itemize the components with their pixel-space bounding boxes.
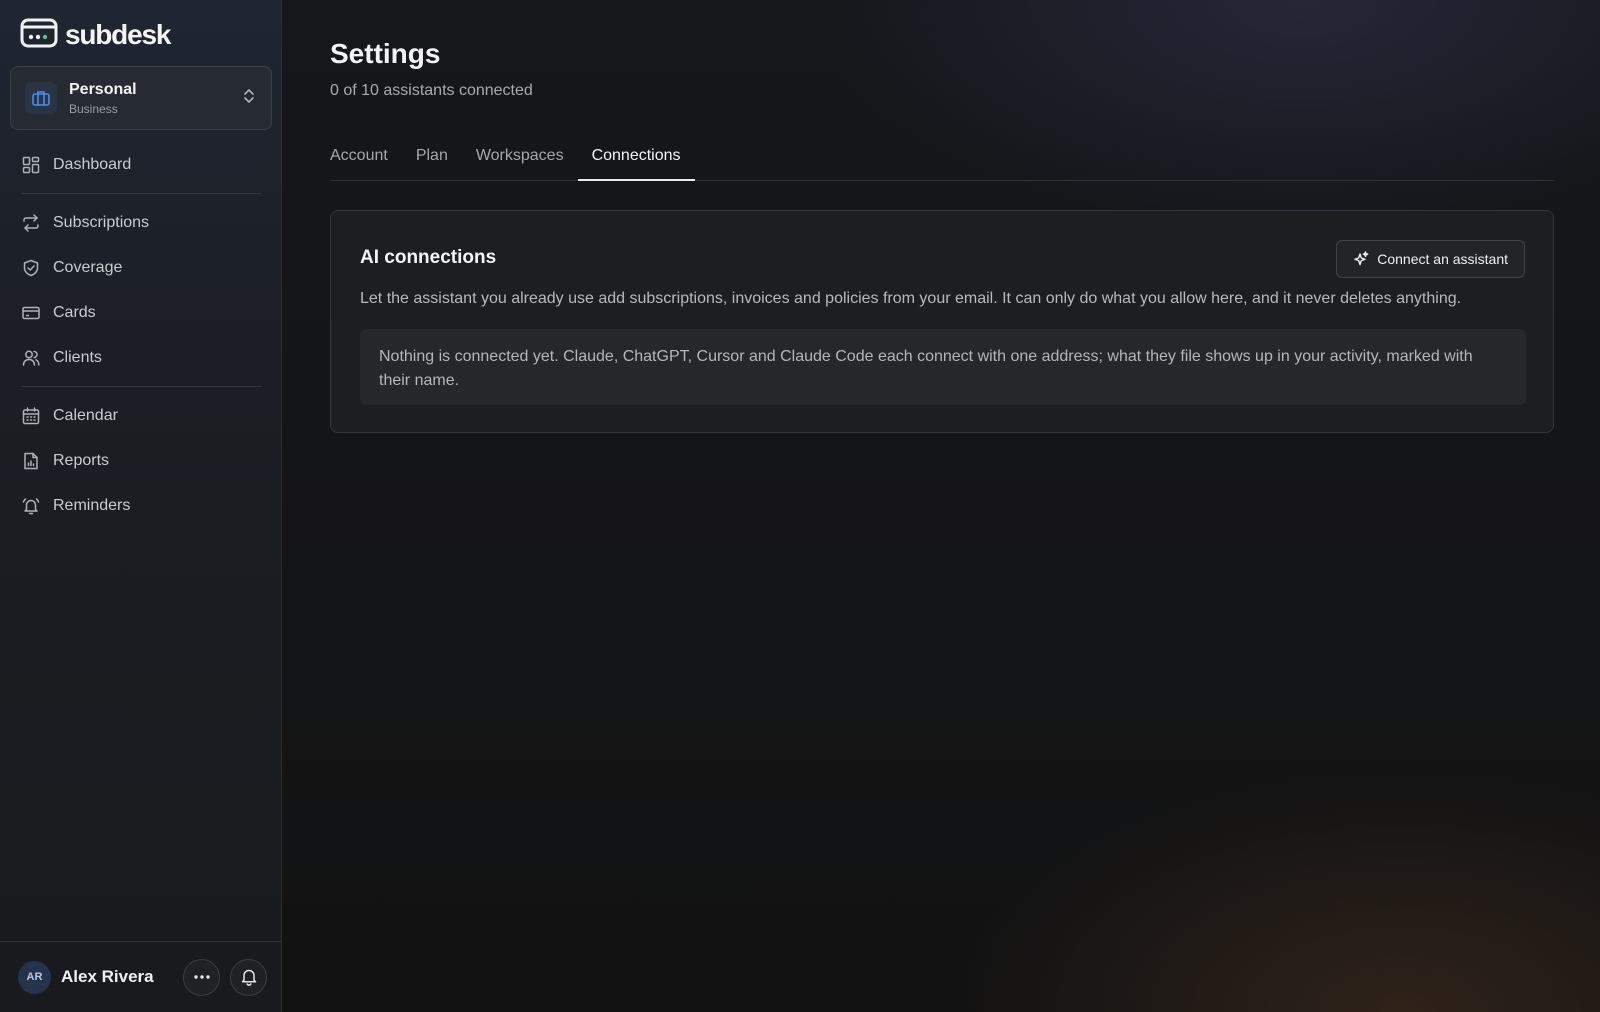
- user-name[interactable]: Alex Rivera: [61, 967, 183, 987]
- workspace-switcher[interactable]: Personal Business: [10, 66, 272, 130]
- main-content: Settings 0 of 10 assistants connected Ac…: [282, 0, 1600, 1012]
- notifications-button[interactable]: [230, 958, 267, 996]
- sidebar: subdesk Personal Business Dashboard Subs…: [0, 0, 282, 1012]
- credit-card-icon: [22, 306, 40, 319]
- calendar-icon: [22, 406, 40, 424]
- sidebar-item-dashboard[interactable]: Dashboard: [0, 142, 282, 187]
- sidebar-item-label: Clients: [53, 348, 102, 366]
- nav-divider: [21, 193, 261, 194]
- sidebar-item-cards[interactable]: Cards: [0, 290, 282, 335]
- sidebar-item-calendar[interactable]: Calendar: [0, 393, 282, 438]
- ellipsis-icon: [193, 975, 210, 979]
- tab-account[interactable]: Account: [330, 138, 388, 181]
- empty-state-message: Nothing is connected yet. Claude, ChatGP…: [360, 329, 1526, 405]
- app-root: subdesk Personal Business Dashboard Subs…: [0, 0, 1600, 1012]
- workspace-name: Personal: [69, 80, 137, 98]
- sidebar-item-label: Cards: [53, 303, 96, 321]
- chevron-up-down-icon: [241, 86, 257, 111]
- connect-assistant-label: Connect an assistant: [1377, 251, 1508, 267]
- sidebar-nav: Dashboard Subscriptions Coverage Cards C…: [0, 142, 282, 528]
- tab-workspaces[interactable]: Workspaces: [476, 138, 564, 181]
- sidebar-item-label: Reminders: [53, 496, 131, 514]
- briefcase-icon: [25, 82, 57, 114]
- sparkles-icon: [1354, 251, 1369, 266]
- report-icon: [24, 452, 38, 469]
- sidebar-item-reminders[interactable]: Reminders: [0, 483, 282, 528]
- sidebar-item-label: Coverage: [53, 258, 123, 276]
- sidebar-item-reports[interactable]: Reports: [0, 438, 282, 483]
- alarm-bell-icon: [22, 497, 40, 514]
- shield-icon: [23, 259, 39, 276]
- sidebar-item-label: Subscriptions: [53, 213, 150, 231]
- card-description: Let the assistant you already use add su…: [360, 290, 1462, 307]
- sidebar-item-label: Dashboard: [53, 155, 132, 173]
- page-title: Settings: [330, 38, 441, 69]
- sidebar-item-label: Reports: [53, 451, 110, 469]
- sidebar-item-label: Calendar: [53, 406, 118, 424]
- tab-plan[interactable]: Plan: [416, 138, 448, 181]
- grid-icon: [22, 156, 40, 173]
- workspace-type: Business: [69, 101, 118, 116]
- repeat-icon: [23, 213, 39, 232]
- sidebar-item-clients[interactable]: Clients: [0, 335, 282, 380]
- user-bar: AR Alex Rivera: [0, 941, 282, 1012]
- nav-divider: [21, 386, 261, 387]
- ai-connections-card: AI connections Connect an assistant Let …: [330, 210, 1554, 433]
- avatar[interactable]: AR: [18, 960, 51, 994]
- sidebar-item-subscriptions[interactable]: Subscriptions: [0, 200, 282, 245]
- settings-tabs: Account Plan Workspaces Connections: [330, 138, 1554, 181]
- sidebar-item-coverage[interactable]: Coverage: [0, 245, 282, 290]
- app-logo[interactable]: subdesk: [20, 17, 171, 54]
- card-title: AI connections: [360, 247, 497, 268]
- tab-connections[interactable]: Connections: [577, 138, 695, 181]
- more-options-button[interactable]: [183, 958, 220, 996]
- page-subtitle: 0 of 10 assistants connected: [330, 82, 533, 99]
- connect-assistant-button[interactable]: Connect an assistant: [1336, 240, 1525, 278]
- app-name: subdesk: [65, 19, 171, 50]
- users-icon: [22, 350, 40, 366]
- subdesk-logo-icon: [20, 17, 58, 54]
- bell-icon: [241, 969, 256, 986]
